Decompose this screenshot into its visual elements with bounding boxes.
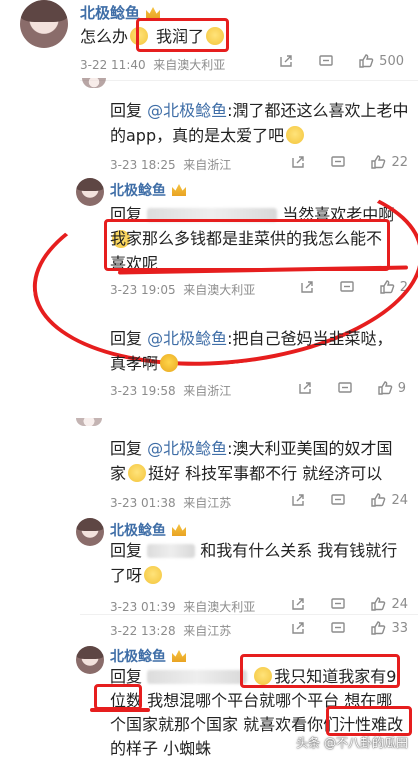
comment-actions: 24	[267, 492, 408, 508]
comment-icon[interactable]	[317, 53, 335, 69]
like-count: 24	[391, 492, 408, 508]
reply-text: 回复 @北极鲶鱼:潤了都还这么喜欢上老中的app，真的是太爱了吧	[110, 101, 409, 145]
mention-link[interactable]: @北极鲶鱼	[147, 101, 227, 120]
comment-actions: 500	[255, 53, 404, 69]
like-count: 9	[397, 380, 406, 396]
comment-icon[interactable]	[329, 154, 347, 170]
avatar[interactable]	[76, 418, 102, 426]
share-icon[interactable]	[289, 620, 307, 636]
commenter-name[interactable]: 北极鲶鱼	[80, 2, 161, 23]
redacted-name	[147, 208, 278, 222]
like-count: 33	[391, 620, 408, 636]
emoji-icon	[254, 667, 273, 685]
comment-actions: 2	[276, 279, 408, 295]
commenter-name[interactable]: 北极鲶鱼	[110, 520, 186, 540]
comment-meta: 3-23 19:05 来自澳大利亚	[110, 283, 256, 297]
comment-icon[interactable]	[336, 380, 354, 396]
comment-icon[interactable]	[329, 492, 347, 508]
thumbs-up-icon[interactable]	[369, 492, 387, 508]
comment-icon[interactable]	[329, 596, 347, 612]
reply-text: 回复 和我有什么关系 我有钱就行了呀	[110, 541, 398, 585]
like-count: 24	[391, 596, 408, 612]
commenter-name[interactable]: 北极鲶鱼	[110, 180, 186, 200]
comment-actions: 33	[267, 620, 408, 636]
thumbs-up-icon[interactable]	[369, 620, 387, 636]
comment-meta: 3-23 01:39 来自澳大利亚	[110, 600, 256, 614]
reply-text: 回复 @北极鲶鱼:把自己爸妈当韭菜哒，真孝啊	[110, 329, 393, 373]
thumbs-up-icon[interactable]	[378, 279, 396, 295]
like-count: 2	[399, 279, 408, 295]
comment-actions: 22	[267, 154, 408, 170]
redacted-name	[147, 670, 248, 684]
emoji-icon	[160, 354, 179, 372]
like-count: 500	[379, 53, 404, 69]
share-icon[interactable]	[296, 380, 314, 396]
commenter-name[interactable]: 北极鲶鱼	[110, 646, 186, 666]
emoji-icon	[144, 566, 163, 584]
comment-meta: 3-22 11:40 来自澳大利亚	[80, 58, 226, 72]
crown-icon	[146, 7, 161, 19]
thumbs-up-icon[interactable]	[376, 380, 394, 396]
emoji-icon	[206, 27, 225, 45]
mention-link[interactable]: @北极鲶鱼	[147, 329, 227, 348]
reply-text: 回复 @北极鲶鱼:澳大利亚美国的奴才国家 挺好 科技军事都不行 就经济可以	[110, 439, 393, 483]
avatar[interactable]	[82, 78, 106, 88]
crown-icon	[172, 184, 186, 196]
comment-meta: 3-22 13:28 来自江苏	[110, 624, 232, 638]
comment-text: 怎么办 我润了	[80, 24, 226, 49]
thumbs-up-icon[interactable]	[357, 53, 375, 69]
crown-icon	[172, 650, 186, 662]
reply-text: 回复 我只知道我家有9	[110, 667, 397, 686]
emoji-icon	[130, 27, 149, 45]
share-icon[interactable]	[289, 492, 307, 508]
comment-icon[interactable]	[338, 279, 356, 295]
reply-text-main: 我家那么多钱都是韭菜供的我怎么能不喜欢呢	[110, 229, 383, 273]
comment-1: 北极鲶鱼 怎么办 我润了 3-22 11:40 来自澳大利亚 500	[0, 0, 418, 78]
emoji-icon	[286, 126, 305, 144]
like-count: 22	[391, 154, 408, 170]
thumbs-up-icon[interactable]	[369, 596, 387, 612]
thumbs-up-icon[interactable]	[369, 154, 387, 170]
share-icon[interactable]	[289, 596, 307, 612]
redacted-name	[147, 544, 196, 558]
emoji-icon	[128, 464, 147, 482]
watermark: 头条 @不八卦的瓜田	[296, 736, 408, 750]
share-icon[interactable]	[277, 53, 295, 69]
avatar[interactable]	[76, 518, 104, 546]
reply-text-line2: 位数 我想混哪个平台就哪个平台 想在哪	[110, 691, 393, 710]
avatar[interactable]	[20, 0, 68, 48]
comment-meta: 3-23 01:38 来自江苏	[110, 496, 232, 510]
share-icon[interactable]	[289, 154, 307, 170]
comment-actions: 24	[267, 596, 408, 612]
comment-meta: 3-23 18:25 来自浙江	[110, 158, 232, 172]
crown-icon	[172, 524, 186, 536]
avatar[interactable]	[76, 178, 104, 206]
comment-icon[interactable]	[329, 620, 347, 636]
comment-meta: 3-23 19:58 来自浙江	[110, 384, 232, 398]
mention-link[interactable]: @北极鲶鱼	[147, 439, 227, 458]
share-icon[interactable]	[298, 279, 316, 295]
avatar[interactable]	[76, 646, 104, 674]
comment-actions: 9	[274, 380, 406, 396]
